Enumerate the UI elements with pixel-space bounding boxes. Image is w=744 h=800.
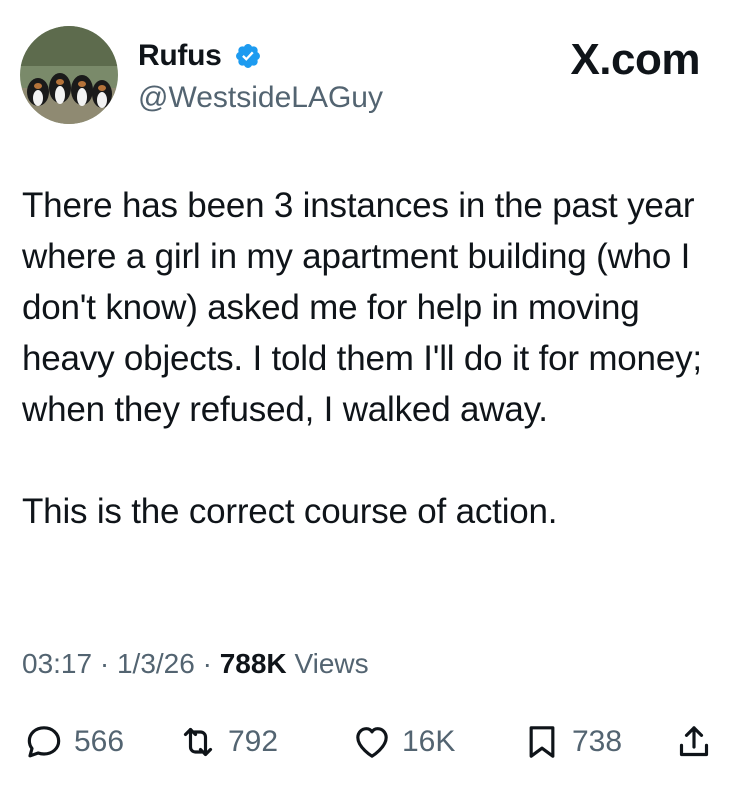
author-handle[interactable]: @WestsideLAGuy xyxy=(138,80,383,116)
tweet-date[interactable]: 1/3/26 xyxy=(117,648,195,679)
bookmark-count: 738 xyxy=(572,725,623,758)
tweet-time[interactable]: 03:17 xyxy=(22,648,92,679)
bookmark-button[interactable]: 738 xyxy=(522,718,622,766)
reply-icon xyxy=(27,726,61,758)
like-count: 16K xyxy=(402,725,456,758)
reply-button[interactable]: 566 xyxy=(24,718,124,766)
meta-separator: · xyxy=(202,648,212,679)
repost-count: 792 xyxy=(228,725,279,758)
action-bar: 566 792 16K 738 xyxy=(22,718,722,766)
tweet-text: There has been 3 instances in the past y… xyxy=(22,180,722,537)
share-button[interactable] xyxy=(674,718,714,766)
tweet-paragraph: This is the correct course of action. xyxy=(22,492,558,531)
verified-badge-icon xyxy=(236,44,260,68)
heart-icon xyxy=(356,727,388,758)
brand-logo: X.com xyxy=(570,35,700,84)
avatar[interactable] xyxy=(20,26,118,124)
views-label: Views xyxy=(294,648,369,679)
repost-button[interactable]: 792 xyxy=(178,718,278,766)
share-icon xyxy=(679,726,709,757)
tweet-paragraph: There has been 3 instances in the past y… xyxy=(22,186,702,429)
display-name[interactable]: Rufus xyxy=(138,38,222,74)
dogs-avatar-icon xyxy=(20,26,118,124)
like-button[interactable]: 16K xyxy=(352,718,455,766)
tweet-meta: 03:17 · 1/3/26 · 788K Views xyxy=(22,646,369,682)
meta-separator: · xyxy=(99,648,110,679)
repost-icon xyxy=(183,727,213,757)
views-count[interactable]: 788K xyxy=(220,648,287,679)
bookmark-icon xyxy=(529,726,555,758)
reply-count: 566 xyxy=(74,725,125,758)
